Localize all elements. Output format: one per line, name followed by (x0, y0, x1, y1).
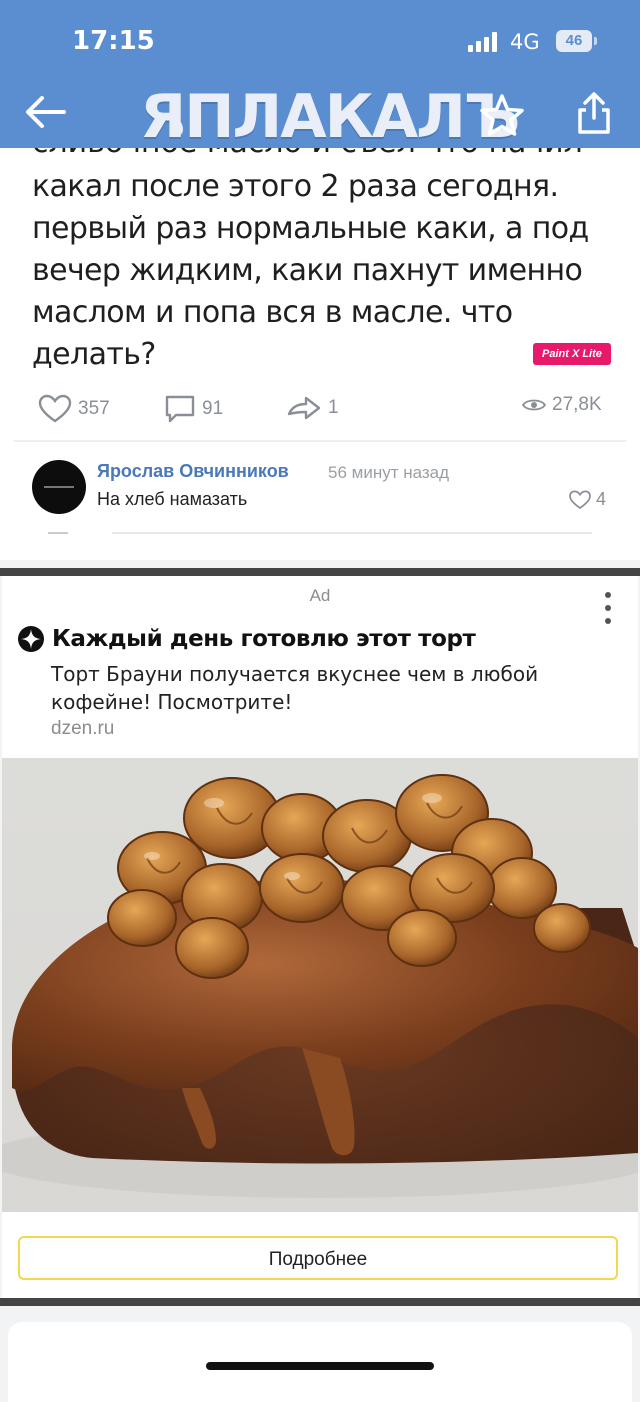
next-comment-partial-line (112, 532, 592, 534)
ad-label: Ad (309, 586, 331, 605)
comment-like-count: 4 (596, 489, 607, 509)
ad-title[interactable]: Каждый день готовлю этот торт (52, 626, 476, 652)
comment-like-button[interactable]: 4 (568, 489, 606, 510)
more-button[interactable]: Подробнее (18, 1236, 618, 1280)
post-card: сливочное масло и съел что начил какал п… (0, 148, 640, 560)
next-comment-partial (48, 532, 68, 534)
repost-button[interactable]: 1 (286, 394, 339, 422)
star-icon (480, 94, 524, 136)
dzen-logo-icon (18, 626, 44, 652)
comment-count: 91 (202, 398, 224, 419)
cake-illustration (2, 774, 638, 1198)
ad-title-row[interactable]: Каждый день готовлю этот торт (18, 626, 476, 652)
ad-card[interactable]: Ad Каждый день готовлю этот торт Торт Бр… (2, 576, 638, 1298)
comment-author[interactable]: Ярослав Овчинников (97, 461, 289, 482)
comment-text: На хлеб намазать (97, 489, 248, 509)
more-options-icon[interactable] (598, 592, 618, 632)
status-time: 17:15 (72, 26, 155, 56)
ad-description: Торт Брауни получается вкуснее чем в люб… (51, 662, 539, 714)
logo-tear-icon (171, 120, 183, 136)
like-button[interactable]: 357 (38, 394, 110, 424)
back-button[interactable] (22, 90, 70, 134)
heart-icon (38, 394, 72, 423)
eye-icon (522, 399, 546, 411)
avatar[interactable] (32, 460, 86, 514)
post-stats: 357 91 1 27,8K (38, 394, 608, 426)
repost-count: 1 (328, 397, 339, 418)
arrow-left-icon (26, 96, 66, 128)
divider (14, 440, 626, 442)
like-count: 357 (78, 398, 110, 419)
separator (0, 568, 640, 576)
share-button[interactable] (574, 90, 614, 136)
ad-image[interactable] (2, 758, 638, 1212)
repost-arrow-icon (287, 396, 321, 420)
home-indicator[interactable] (206, 1362, 434, 1370)
comment-icon (165, 395, 195, 423)
network-type: 4G (510, 30, 540, 54)
share-icon (578, 92, 610, 134)
ad-domain: dzen.ru (51, 718, 115, 739)
paint-watermark-badge: Paint X Lite (533, 343, 611, 365)
signal-icon (468, 32, 497, 52)
separator (0, 1298, 640, 1306)
battery-icon: 46 (556, 30, 597, 52)
heart-icon (569, 489, 591, 509)
site-logo[interactable]: ЯПЛАКАЛЪ (140, 82, 520, 152)
views-count: 27,8K (552, 394, 602, 415)
views-counter: 27,8K (522, 394, 602, 416)
favorite-button[interactable] (478, 92, 526, 140)
comment-time: 56 минут назад (328, 463, 450, 482)
top-bar: 17:15 4G 46 ЯПЛАКАЛЪ (0, 0, 640, 152)
comments-button[interactable]: 91 (164, 394, 223, 424)
